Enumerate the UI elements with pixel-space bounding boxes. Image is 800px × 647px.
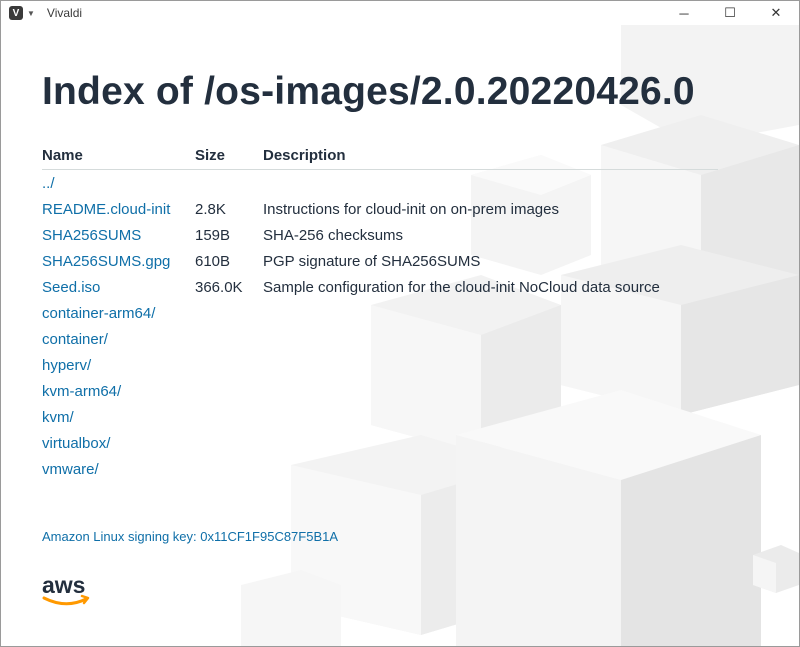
file-description: [263, 352, 718, 378]
file-description: [263, 456, 718, 482]
file-size: 159B: [195, 226, 231, 244]
aws-logo-icon: aws: [42, 573, 90, 606]
file-size: [195, 430, 263, 456]
maximize-button[interactable]: ☐: [707, 1, 753, 25]
signing-key-link[interactable]: Amazon Linux signing key: 0x11CF1F95C87F…: [42, 529, 338, 544]
file-description: Instructions for cloud-init on on-prem i…: [263, 200, 559, 218]
file-link[interactable]: README.cloud-init: [42, 201, 170, 218]
file-description: PGP signature of SHA256SUMS: [263, 252, 481, 270]
file-description: [263, 378, 718, 404]
aws-logo-text: aws: [42, 573, 85, 598]
table-row: container/: [42, 326, 718, 352]
column-header-size: Size: [195, 145, 263, 170]
table-row: kvm/: [42, 404, 718, 430]
folder-link[interactable]: vmware/: [42, 461, 99, 478]
close-icon: ✕: [770, 5, 782, 20]
file-link[interactable]: ../: [42, 175, 55, 192]
file-listing-table: Name Size Description ../ README.cloud-i…: [42, 145, 718, 482]
file-link[interactable]: SHA256SUMS: [42, 227, 141, 244]
window-title: Vivaldi: [46, 6, 83, 20]
table-row: SHA256SUMS 159B SHA-256 checksums: [42, 222, 718, 248]
table-row: Seed.iso 366.0K Sample configuration for…: [42, 274, 718, 300]
minimize-button[interactable]: ─: [661, 1, 707, 25]
folder-link[interactable]: kvm/: [42, 409, 74, 426]
folder-link[interactable]: virtualbox/: [42, 435, 110, 452]
table-row: vmware/: [42, 456, 718, 482]
file-size: 2.8K: [195, 200, 226, 218]
browser-window: V ▼ Vivaldi ─ ☐ ✕ Index of /os-images/2.…: [0, 0, 800, 647]
page-title: Index of /os-images/2.0.20220426.0: [42, 70, 695, 113]
file-size: [195, 326, 263, 352]
file-description: [263, 170, 718, 197]
folder-link[interactable]: hyperv/: [42, 357, 91, 374]
file-size: [195, 456, 263, 482]
minimize-icon: ─: [679, 5, 689, 21]
table-row: ../: [42, 170, 718, 197]
title-bar: V ▼ Vivaldi ─ ☐ ✕: [1, 1, 799, 25]
close-button[interactable]: ✕: [753, 1, 799, 25]
file-description: SHA-256 checksums: [263, 226, 404, 244]
table-row: virtualbox/: [42, 430, 718, 456]
file-size: [195, 352, 263, 378]
file-description: [263, 326, 718, 352]
table-row: README.cloud-init 2.8K Instructions for …: [42, 196, 718, 222]
folder-link[interactable]: container-arm64/: [42, 305, 155, 322]
table-row: hyperv/: [42, 352, 718, 378]
maximize-icon: ☐: [724, 5, 736, 20]
file-size: [195, 300, 263, 326]
file-link[interactable]: Seed.iso: [42, 279, 100, 296]
file-size: [195, 378, 263, 404]
file-description: [263, 300, 718, 326]
file-size: [195, 404, 263, 430]
directory-index: Index of /os-images/2.0.20220426.0 Name …: [42, 25, 742, 482]
column-header-name: Name: [42, 145, 195, 170]
column-header-description: Description: [263, 145, 718, 170]
table-row: kvm-arm64/: [42, 378, 718, 404]
file-size: [195, 170, 263, 197]
menu-dropdown-icon[interactable]: ▼: [27, 9, 35, 18]
file-size: 610B: [195, 252, 231, 270]
file-description: [263, 404, 718, 430]
vivaldi-logo-icon[interactable]: V: [9, 6, 23, 20]
file-link[interactable]: SHA256SUMS.gpg: [42, 253, 170, 270]
file-size: 366.0K: [195, 278, 243, 296]
file-description: [263, 430, 718, 456]
table-header-row: Name Size Description: [42, 145, 718, 170]
file-description: Sample configuration for the cloud-init …: [263, 278, 660, 296]
table-row: SHA256SUMS.gpg 610B PGP signature of SHA…: [42, 248, 718, 274]
table-row: container-arm64/: [42, 300, 718, 326]
folder-link[interactable]: container/: [42, 331, 108, 348]
folder-link[interactable]: kvm-arm64/: [42, 383, 121, 400]
